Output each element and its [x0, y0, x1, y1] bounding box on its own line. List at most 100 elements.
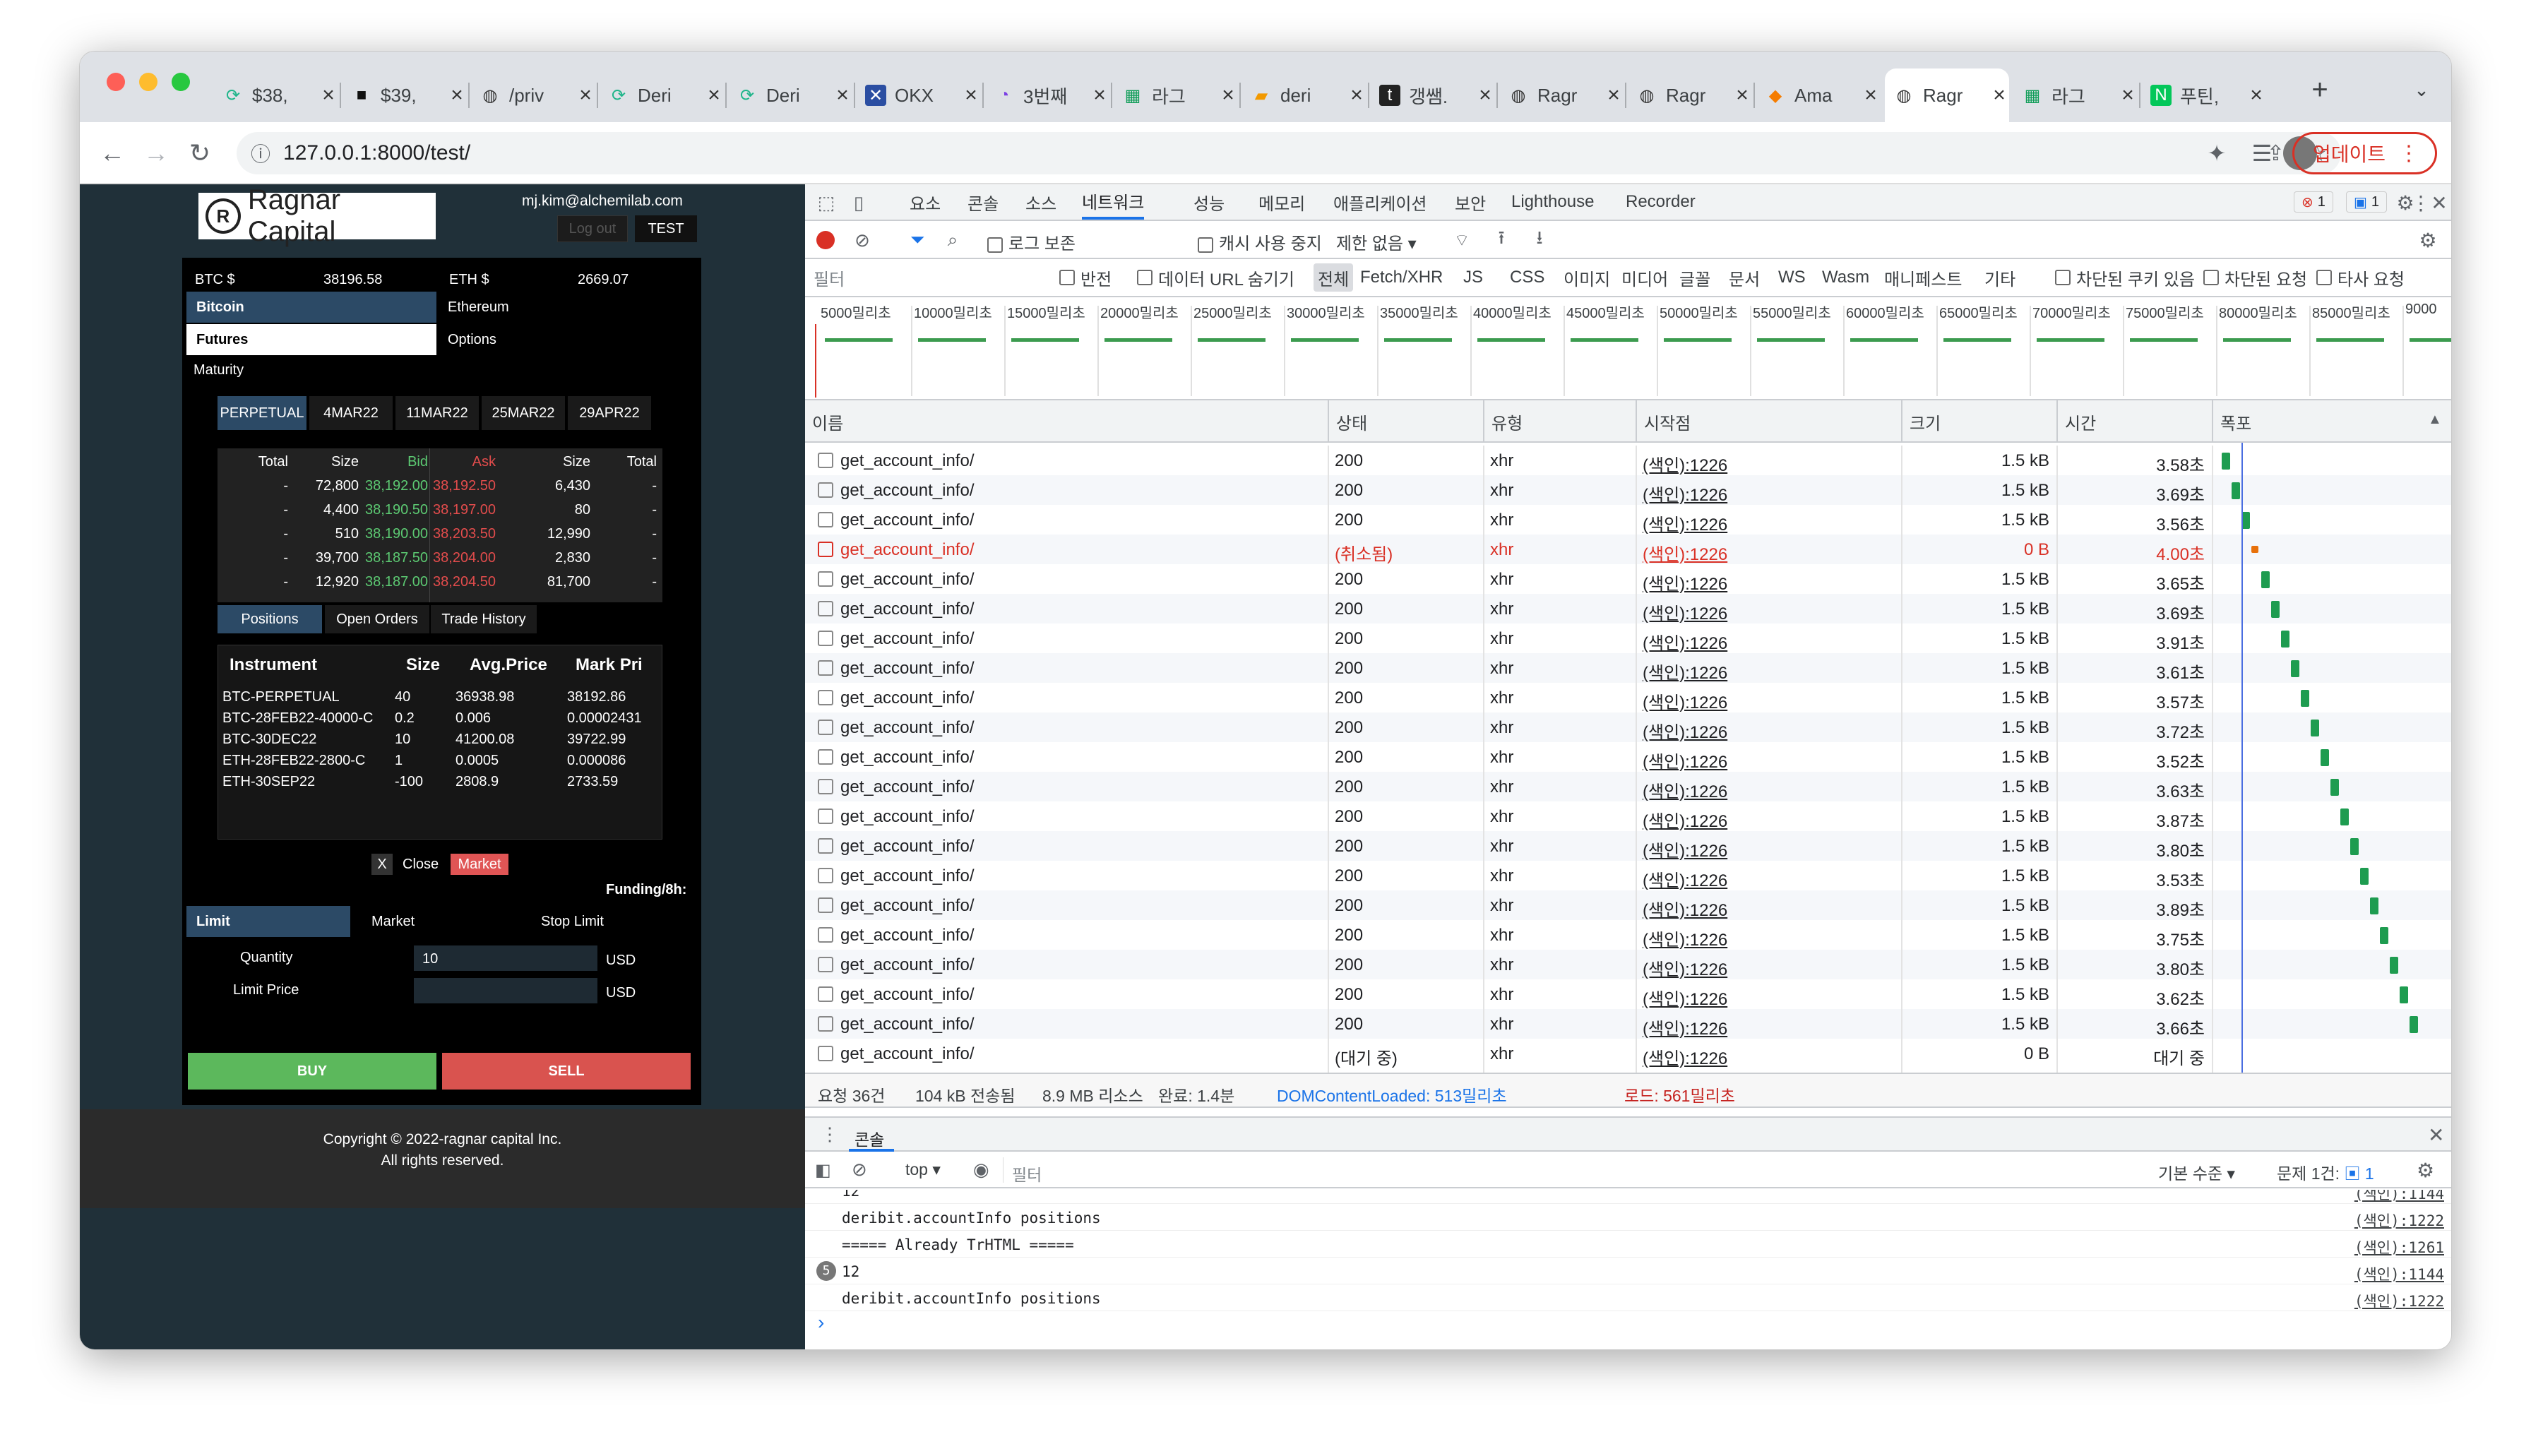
- tab-positions[interactable]: Positions: [218, 605, 322, 633]
- request-initiator[interactable]: (색인):1226: [1643, 659, 1727, 684]
- request-row[interactable]: get_account_info/ (취소됨) xhr (색인):1226 0 B 4.0…: [805, 535, 2451, 565]
- tab-options[interactable]: Options: [438, 324, 696, 355]
- reading-list-icon[interactable]: ☰: [2244, 135, 2280, 172]
- request-initiator[interactable]: (색인):1226: [1643, 777, 1727, 802]
- browser-tab[interactable]: ▦ 라그 ×: [1114, 68, 1238, 122]
- browser-tab[interactable]: ⟳ Deri ×: [600, 68, 724, 122]
- request-row[interactable]: get_account_info/200 xhr (색인):1226 1.5 kB 3.…: [805, 712, 2451, 742]
- type-filter[interactable]: CSS: [1510, 263, 1544, 292]
- position-row[interactable]: BTC-28FEB22-40000-C 0.2 0.006 0.00002431: [218, 706, 663, 730]
- browser-tab[interactable]: ◔ 3번째 ×: [985, 68, 1109, 122]
- type-filter[interactable]: 미디어: [1621, 263, 1668, 292]
- network-settings-icon[interactable]: ⚙: [2417, 229, 2439, 251]
- order-type-market[interactable]: Market: [362, 906, 503, 937]
- console-message[interactable]: 5 12 (색인):1144: [805, 1258, 2451, 1284]
- devtools-tab[interactable]: 콘솔: [967, 184, 999, 220]
- devtools-tab[interactable]: 요소: [910, 184, 941, 220]
- console-message[interactable]: deribit.accountInfo positions (색인):1222: [805, 1284, 2451, 1311]
- request-row[interactable]: get_account_info/200 xhr (색인):1226 1.5 kB 3.…: [805, 446, 2451, 475]
- request-row[interactable]: get_account_info/200 xhr (색인):1226 1.5 kB 3.…: [805, 653, 2451, 684]
- console-source-link[interactable]: (색인):1144: [2354, 1263, 2444, 1284]
- console-settings-icon[interactable]: ⚙: [2417, 1159, 2434, 1182]
- maturity-perpetual[interactable]: PERPETUAL: [218, 396, 306, 430]
- type-filter[interactable]: 문서: [1729, 263, 1760, 292]
- type-filter[interactable]: 기타: [1984, 263, 2015, 292]
- blocked-cookies-checkbox[interactable]: 차단된 쿠키 있음: [2055, 263, 2195, 292]
- test-button[interactable]: TEST: [635, 215, 697, 242]
- close-x-button[interactable]: X: [371, 854, 393, 875]
- browser-tab[interactable]: ◍ /priv ×: [471, 68, 595, 122]
- maturity-4mar22[interactable]: 4MAR22: [309, 396, 393, 430]
- devtools-tab[interactable]: 보안: [1455, 184, 1486, 220]
- request-initiator[interactable]: (색인):1226: [1643, 926, 1727, 950]
- tab-futures[interactable]: Futures: [186, 324, 436, 355]
- request-initiator[interactable]: (색인):1226: [1643, 985, 1727, 1010]
- type-filter[interactable]: JS: [1463, 263, 1483, 292]
- drawer-menu-icon[interactable]: ⋮: [821, 1123, 839, 1145]
- close-tab-icon[interactable]: ×: [1604, 83, 1624, 107]
- request-initiator[interactable]: (색인):1226: [1643, 955, 1727, 980]
- record-icon[interactable]: [816, 231, 835, 249]
- orderbook-row[interactable]: - 72,800 38,192.00 38,192.50 6,430 -: [218, 474, 662, 498]
- close-tab-icon[interactable]: ×: [1732, 83, 1752, 107]
- request-row[interactable]: get_account_info/200 xhr (색인):1226 1.5 kB 3.…: [805, 683, 2451, 712]
- devtools-tab[interactable]: Recorder: [1626, 184, 1696, 220]
- error-count-badge[interactable]: ⊗ 1: [2294, 191, 2333, 213]
- sort-ascending-icon[interactable]: ▲: [2428, 412, 2442, 428]
- request-row[interactable]: get_account_info/200 xhr (색인):1226 1.5 kB 3.…: [805, 475, 2451, 505]
- request-initiator[interactable]: (색인):1226: [1643, 511, 1727, 535]
- request-row[interactable]: get_account_info/200 xhr (색인):1226 1.5 kB 3.…: [805, 831, 2451, 861]
- extensions-icon[interactable]: ✦: [2198, 135, 2235, 172]
- search-icon[interactable]: ⌕: [942, 229, 963, 251]
- close-tab-icon[interactable]: ×: [318, 83, 338, 107]
- maturity-11mar22[interactable]: 11MAR22: [395, 396, 479, 430]
- column-header[interactable]: 시간: [2056, 400, 2212, 443]
- request-row[interactable]: get_account_info/200 xhr (색인):1226 1.5 kB 3.…: [805, 1009, 2451, 1039]
- close-tab-icon[interactable]: ×: [1090, 83, 1109, 107]
- console-prompt[interactable]: ›: [818, 1311, 824, 1334]
- site-info-icon[interactable]: ⓘ: [251, 139, 270, 167]
- column-header[interactable]: 이름: [805, 400, 1328, 443]
- throttle-select[interactable]: 제한 없음 ▾: [1336, 229, 1417, 254]
- maturity-29apr22[interactable]: 29APR22: [568, 396, 651, 430]
- request-row[interactable]: get_account_info/200 xhr (색인):1226 1.5 kB 3.…: [805, 979, 2451, 1010]
- back-icon[interactable]: ←: [94, 135, 131, 172]
- position-row[interactable]: BTC-PERPETUAL 40 36938.98 38192.86: [218, 685, 663, 709]
- order-type-stop-limit[interactable]: Stop Limit: [531, 906, 686, 937]
- hide-data-urls-checkbox[interactable]: 데이터 URL 숨기기: [1137, 263, 1294, 292]
- devtools-tab[interactable]: 성능: [1193, 184, 1225, 220]
- logout-button[interactable]: Log out: [557, 215, 628, 242]
- tab-bitcoin[interactable]: Bitcoin: [186, 292, 436, 323]
- console-source-link[interactable]: (색인):1144: [2354, 1190, 2444, 1204]
- column-header[interactable]: 시작점: [1636, 400, 1901, 443]
- close-tab-icon[interactable]: ×: [1218, 83, 1238, 107]
- browser-tab[interactable]: ◍ Ragr ×: [1628, 68, 1752, 122]
- request-initiator[interactable]: (색인):1226: [1643, 896, 1727, 921]
- column-header[interactable]: 크기: [1901, 400, 2056, 443]
- request-initiator[interactable]: (색인):1226: [1643, 629, 1727, 654]
- close-tab-icon[interactable]: ×: [1861, 83, 1881, 107]
- console-source-link[interactable]: (색인):1261: [2354, 1236, 2444, 1258]
- invert-checkbox[interactable]: 반전: [1059, 263, 1112, 292]
- forward-icon[interactable]: →: [138, 135, 174, 172]
- type-filter[interactable]: 이미지: [1564, 263, 1610, 292]
- column-header[interactable]: 폭포: [2212, 400, 2451, 443]
- buy-button[interactable]: BUY: [188, 1053, 436, 1090]
- tab-search-icon[interactable]: ⌄: [2410, 78, 2433, 101]
- quantity-input[interactable]: 10: [414, 945, 597, 971]
- orderbook-row[interactable]: - 12,920 38,187.00 38,204.50 81,700 -: [218, 570, 662, 594]
- export-har-icon[interactable]: ⭳: [1528, 227, 1551, 251]
- console-source-link[interactable]: (색인):1222: [2354, 1210, 2444, 1231]
- browser-tab[interactable]: ▰ deri ×: [1242, 68, 1366, 122]
- request-initiator[interactable]: (색인):1226: [1643, 540, 1727, 565]
- log-level-select[interactable]: 기본 수준 ▾: [2158, 1160, 2235, 1184]
- disable-cache-checkbox[interactable]: 캐시 사용 중지: [1198, 229, 1322, 254]
- order-type-limit[interactable]: Limit: [186, 906, 350, 937]
- devtools-tab[interactable]: Lighthouse: [1511, 184, 1594, 220]
- orderbook-row[interactable]: - 39,700 38,187.50 38,204.00 2,830 -: [218, 546, 662, 570]
- request-row[interactable]: get_account_info/200 xhr (색인):1226 1.5 kB 3.…: [805, 890, 2451, 921]
- type-filter[interactable]: WS: [1778, 263, 1806, 292]
- browser-tab[interactable]: N 푸틴, ×: [2142, 68, 2266, 122]
- close-devtools-icon[interactable]: ✕: [2428, 191, 2450, 214]
- tab-ethereum[interactable]: Ethereum: [438, 292, 696, 323]
